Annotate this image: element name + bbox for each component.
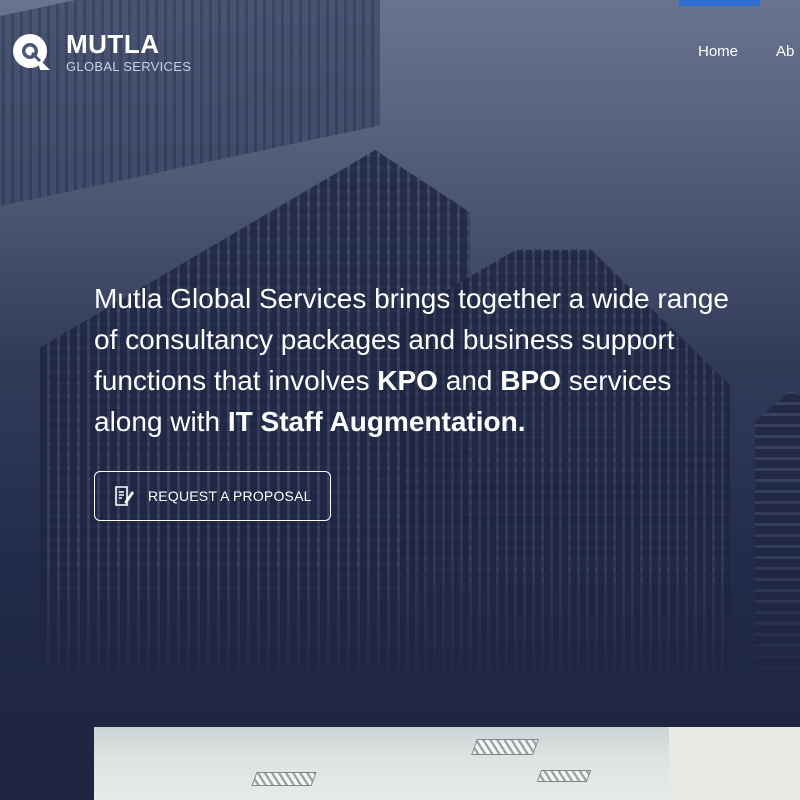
office-ceiling-image	[94, 727, 669, 800]
ceiling-light	[251, 772, 317, 786]
request-proposal-label: REQUEST A PROPOSAL	[148, 488, 312, 504]
brand-name: MUTLA	[66, 28, 160, 59]
request-proposal-button[interactable]: REQUEST A PROPOSAL	[94, 471, 331, 521]
brand-logo[interactable]: MUTLA GLOBAL SERVICES	[10, 30, 191, 74]
nav-item-home[interactable]: Home	[698, 43, 738, 60]
nav-item-about[interactable]: Ab	[776, 43, 794, 60]
main-nav: Home Ab	[698, 43, 794, 60]
logo-text: MUTLA GLOBAL SERVICES	[66, 31, 191, 74]
hero-highlight: IT Staff Augmentation.	[227, 406, 526, 437]
ceiling-light	[536, 770, 592, 782]
page: MUTLA GLOBAL SERVICES Home Ab Mutla Glob…	[0, 0, 800, 800]
hero-highlight: KPO	[377, 365, 438, 396]
ceiling-light	[471, 739, 539, 755]
top-accent-bar	[679, 0, 760, 6]
hero-headline: Mutla Global Services brings together a …	[94, 278, 734, 442]
edit-document-icon	[113, 485, 135, 507]
hero-text-segment: and	[437, 365, 501, 396]
q-pin-logo-icon	[10, 30, 54, 74]
hero-highlight: BPO	[500, 365, 561, 396]
brand-tagline: GLOBAL SERVICES	[66, 58, 192, 74]
side-image-panel	[669, 727, 800, 800]
